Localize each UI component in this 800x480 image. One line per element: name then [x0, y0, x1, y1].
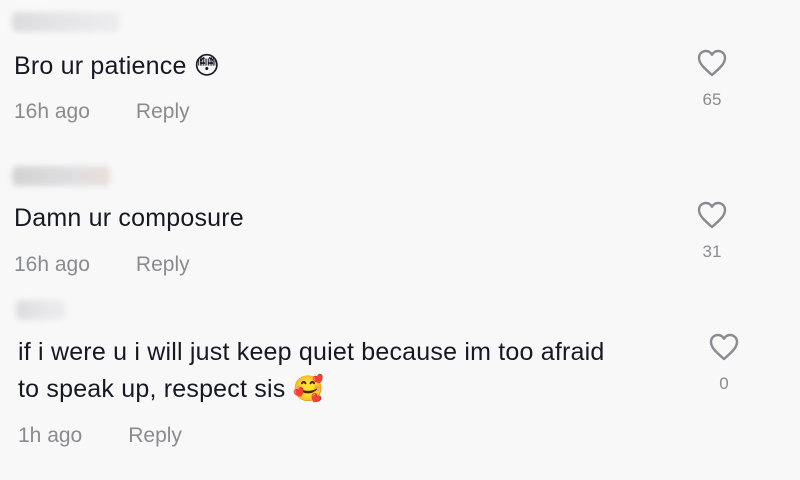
comment-time: 16h ago: [14, 253, 90, 276]
comment-text-line-1: if i were u i will just keep quiet becau…: [18, 338, 605, 366]
like-control[interactable]: 31: [682, 200, 742, 262]
comment-time: 16h ago: [14, 100, 90, 123]
heart-outline-icon[interactable]: [696, 48, 728, 78]
like-count: 31: [702, 242, 722, 261]
like-count: 65: [702, 90, 722, 109]
comment-item: Damn ur composure 16h ago Reply 31: [0, 150, 800, 290]
like-control[interactable]: 0: [694, 332, 754, 394]
like-control[interactable]: 65: [682, 48, 742, 110]
heart-outline-icon[interactable]: [708, 332, 740, 362]
comment-time: 1h ago: [18, 424, 83, 447]
comment-item: Bro ur patience 😳 16h ago Reply 65: [0, 0, 800, 150]
username-blurred[interactable]: [12, 12, 120, 32]
comment-item: if i were u i will just keep quiet becau…: [0, 290, 800, 480]
like-count: 0: [719, 374, 729, 393]
comment-text: Bro ur patience 😳: [14, 52, 220, 80]
comment-text: Damn ur composure: [14, 204, 244, 232]
username-blurred[interactable]: [16, 300, 66, 320]
reply-button[interactable]: Reply: [128, 424, 182, 447]
reply-button[interactable]: Reply: [136, 100, 190, 123]
comment-text-line-2: to speak up, respect sis 🥰: [18, 375, 324, 403]
comment-meta: 16h ago Reply: [14, 100, 190, 124]
comment-meta: 1h ago Reply: [18, 424, 182, 448]
username-blurred[interactable]: [12, 166, 110, 186]
reply-button[interactable]: Reply: [136, 253, 190, 276]
heart-outline-icon[interactable]: [696, 200, 728, 230]
comment-meta: 16h ago Reply: [14, 253, 190, 277]
